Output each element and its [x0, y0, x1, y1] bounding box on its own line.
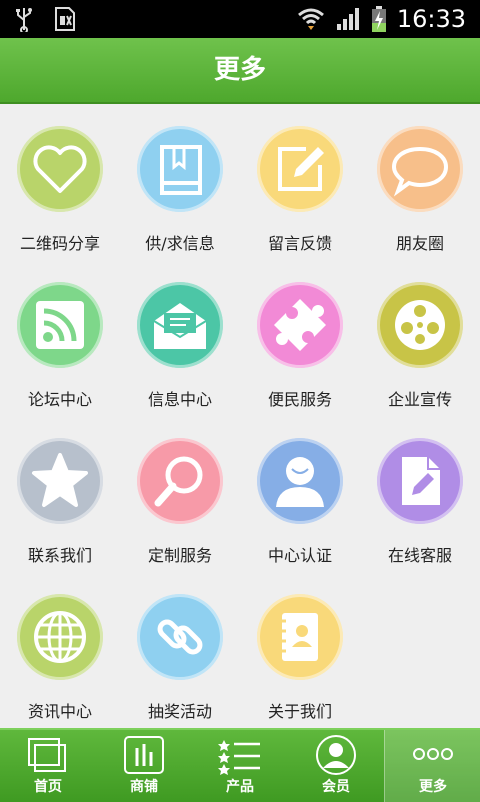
grid-item-label: 留言反馈 [267, 234, 332, 253]
grid-item-label: 资讯中心 [27, 702, 92, 721]
film-reel-icon [395, 300, 445, 350]
more-dots-icon [413, 748, 453, 760]
nav-label: 商铺 [130, 779, 158, 795]
wifi-icon [297, 8, 324, 30]
grid-item-icon-bg [377, 126, 463, 212]
user-icon [276, 457, 324, 507]
nav-label: 会员 [322, 779, 350, 795]
nav-item-store[interactable]: 商铺 [96, 730, 192, 802]
grid-item-icon-bg [17, 282, 103, 368]
nav-item-home[interactable]: 首页 [0, 730, 96, 802]
grid-item-icon-bg [137, 282, 223, 368]
chat-bubble-icon [391, 146, 449, 197]
grid-item-promotion[interactable]: 企业宣传 [360, 260, 480, 416]
grid-item-icon-bg [17, 594, 103, 680]
store-chart-icon [124, 736, 164, 774]
grid-item-label: 在线客服 [387, 546, 452, 565]
grid-item-info-center[interactable]: 信息中心 [120, 260, 240, 416]
grid-item-icon-bg [137, 126, 223, 212]
link-icon [157, 619, 203, 655]
usb-icon [16, 8, 32, 32]
grid-item-certification[interactable]: 中心认证 [240, 416, 360, 572]
grid-item-label: 中心认证 [267, 546, 332, 565]
page-title: 更多 [0, 38, 480, 104]
nav-label: 更多 [419, 779, 447, 795]
grid-item-about-us[interactable]: 关于我们 [240, 572, 360, 728]
windows-icon [28, 738, 66, 772]
sim-icon [55, 7, 75, 31]
nav-item-more[interactable]: 更多 [384, 730, 480, 802]
puzzle-icon [274, 299, 326, 351]
grid-item-convenience[interactable]: 便民服务 [240, 260, 360, 416]
signal-icon [336, 8, 359, 30]
grid-item-icon-bg [137, 594, 223, 680]
status-bar: 16:33 [0, 0, 480, 38]
grid-item-label: 抽奖活动 [147, 702, 212, 721]
grid-item-contact[interactable]: 联系我们 [0, 416, 120, 572]
rss-icon [36, 301, 84, 349]
grid-item-label: 朋友圈 [395, 234, 444, 253]
contact-book-icon [278, 613, 318, 661]
grid-item-label: 二维码分享 [19, 234, 100, 253]
grid-item-icon-bg [257, 594, 343, 680]
heart-icon [33, 145, 87, 193]
grid-item-feedback[interactable]: 留言反馈 [240, 104, 360, 260]
grid-item-label: 论坛中心 [27, 390, 92, 409]
bottom-nav: 首页 商铺 产品 会员 更多 [0, 728, 480, 802]
grid-item-icon-bg [17, 438, 103, 524]
grid-item-icon-bg [257, 282, 343, 368]
nav-item-member[interactable]: 会员 [288, 730, 384, 802]
star-icon [32, 453, 88, 507]
grid-item-icon-bg [257, 438, 343, 524]
magnifier-icon [154, 456, 203, 507]
globe-icon [34, 611, 86, 663]
grid-item-label: 定制服务 [147, 546, 212, 565]
nav-label: 产品 [226, 779, 254, 795]
grid-item-label: 企业宣传 [387, 390, 452, 409]
grid-item-icon-bg [17, 126, 103, 212]
grid-item-label: 联系我们 [27, 546, 92, 565]
clock-time: 16:33 [396, 5, 466, 33]
battery-charging-icon [371, 6, 386, 32]
grid-item-label: 关于我们 [267, 702, 332, 721]
document-edit-icon [402, 457, 440, 505]
feature-grid: 二维码分享 供/求信息 留言反馈 朋友圈 论坛中心 信息中心 便民服务 企业宣传… [0, 104, 480, 728]
grid-item-news[interactable]: 资讯中心 [0, 572, 120, 728]
grid-item-forum[interactable]: 论坛中心 [0, 260, 120, 416]
nav-item-products[interactable]: 产品 [192, 730, 288, 802]
grid-item-label: 供/求信息 [145, 234, 215, 253]
grid-item-lottery[interactable]: 抽奖活动 [120, 572, 240, 728]
grid-item-icon-bg [377, 438, 463, 524]
star-list-icon [218, 740, 260, 775]
mail-icon [153, 303, 207, 349]
grid-item-icon-bg [257, 126, 343, 212]
grid-item-supply-demand[interactable]: 供/求信息 [120, 104, 240, 260]
note-pen-icon [278, 147, 324, 191]
grid-item-online-support[interactable]: 在线客服 [360, 416, 480, 572]
member-icon [316, 735, 356, 775]
book-icon [160, 145, 202, 195]
grid-item-friends[interactable]: 朋友圈 [360, 104, 480, 260]
grid-item-label: 信息中心 [147, 390, 212, 409]
grid-item-label: 便民服务 [267, 390, 332, 409]
grid-item-icon-bg [377, 282, 463, 368]
grid-item-qr-share[interactable]: 二维码分享 [0, 104, 120, 260]
grid-item-custom-service[interactable]: 定制服务 [120, 416, 240, 572]
nav-label: 首页 [34, 779, 62, 795]
grid-item-icon-bg [137, 438, 223, 524]
